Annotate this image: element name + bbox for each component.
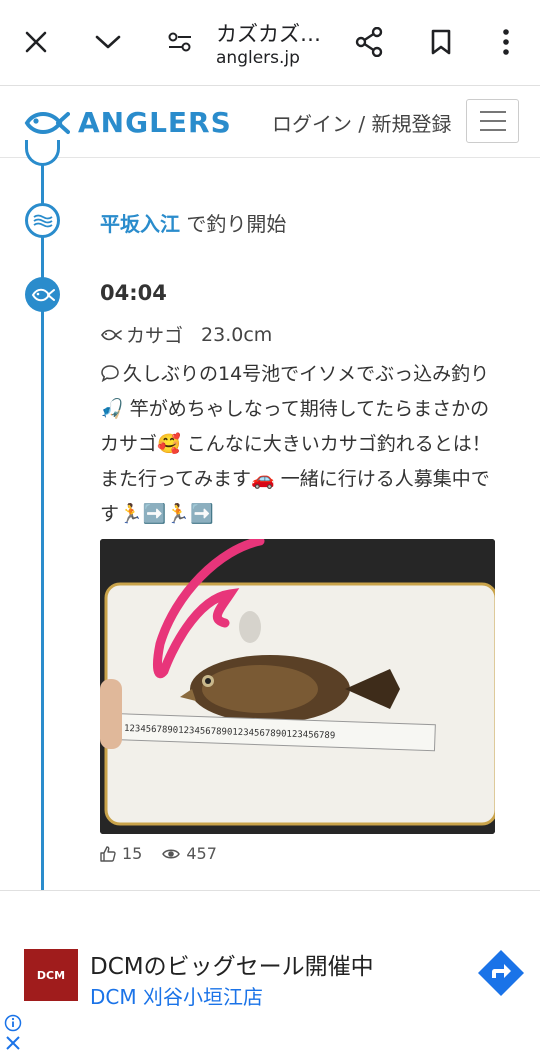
login-register-link[interactable]: ログイン / 新規登録 <box>272 108 451 137</box>
view-count: 457 <box>186 844 217 863</box>
advertisement-banner[interactable]: DCM DCMのビッグセール開催中 DCM 刈谷小垣江店 <box>0 890 540 1057</box>
anglers-logo[interactable]: ANGLERS <box>24 106 232 139</box>
catch-time: 04:04 <box>100 281 167 305</box>
url-text[interactable]: anglers.jp <box>216 48 300 68</box>
directions-arrow-icon[interactable] <box>476 948 526 1002</box>
timeline-line <box>41 158 44 890</box>
ad-close-icon[interactable] <box>4 1034 22 1056</box>
eye-icon <box>162 849 181 858</box>
tab-title: カズカズ… <box>216 22 321 46</box>
ad-title[interactable]: DCMのビッグセール開催中 <box>90 947 374 981</box>
close-icon[interactable] <box>16 22 56 62</box>
catch-info: カサゴ 23.0cm <box>100 321 272 348</box>
more-icon[interactable] <box>486 22 526 62</box>
fishing-start-label: で釣り開始 <box>180 212 287 236</box>
fish-logo-icon <box>24 111 70 134</box>
like-button[interactable]: 15 <box>100 844 142 863</box>
bookmark-icon[interactable] <box>421 22 461 62</box>
site-settings-icon[interactable] <box>160 22 200 62</box>
place-link[interactable]: 平坂入江 <box>100 212 180 236</box>
ad-info-icon[interactable] <box>4 1014 22 1036</box>
water-icon <box>25 203 60 238</box>
share-icon[interactable] <box>349 22 389 62</box>
timeline-node-previous <box>25 140 60 166</box>
hamburger-menu-button[interactable] <box>466 99 519 143</box>
fish-catch-icon <box>25 277 60 312</box>
species-link[interactable]: カサゴ <box>126 321 183 348</box>
fish-icon <box>101 329 122 340</box>
ad-subtitle[interactable]: DCM 刈谷小垣江店 <box>90 981 263 1010</box>
catch-comment: 久しぶりの14号池でイソメでぶっ込み釣り🎣 竿がめちゃしなって期待してたらまさか… <box>100 357 500 532</box>
chevron-down-icon[interactable] <box>88 22 128 62</box>
catch-stats: 15 457 <box>100 844 237 863</box>
logo-text: ANGLERS <box>78 106 232 139</box>
like-count: 15 <box>122 844 143 863</box>
views: 457 <box>162 844 217 863</box>
browser-toolbar: カズカズ… anglers.jp <box>0 0 540 86</box>
thumbs-up-icon <box>100 845 116 862</box>
dcm-logo: DCM <box>24 949 78 1001</box>
fishing-start-text: 平坂入江 で釣り開始 <box>100 208 286 237</box>
speech-bubble-icon <box>101 365 119 383</box>
catch-size: 23.0cm <box>201 323 273 346</box>
catch-photo[interactable]: 123456789012345678901234567890123456789 <box>100 539 495 834</box>
site-header: ANGLERS ログイン / 新規登録 <box>0 86 540 158</box>
comment-text: 久しぶりの14号池でイソメでぶっ込み釣り🎣 竿がめちゃしなって期待してたらまさか… <box>100 363 491 525</box>
